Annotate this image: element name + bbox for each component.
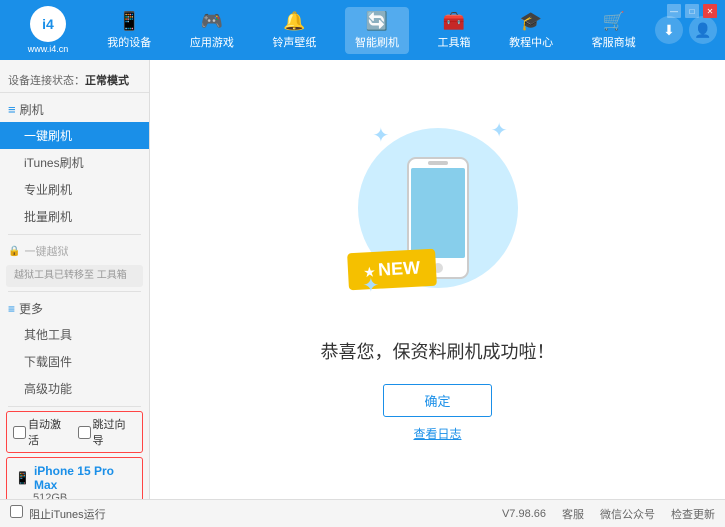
device-icon: 📱 [15,471,30,485]
nav-icon: 🛒 [602,11,624,32]
sidebar-item-download-firmware[interactable]: 下载固件 [0,348,149,375]
new-badge: NEW [347,248,437,290]
skip-guide-label: 跳过向导 [93,416,137,448]
more-section-header: ≡ 更多 [0,296,149,321]
auto-activate-label: 自动激活 [28,416,72,448]
device-name: 📱 iPhone 15 Pro Max [15,464,134,492]
more-section-icon: ≡ [8,302,15,316]
nav-icon: 🧰 [443,11,465,32]
sidebar-divider-1 [8,234,141,235]
phone-container: ✦ ✦ ✦ NEW [358,118,518,318]
nav-item-智能刷机[interactable]: 🔄智能刷机 [345,7,409,54]
download-button[interactable]: ⬇ [655,16,683,44]
user-button[interactable]: 👤 [689,16,717,44]
flash-section-icon: ≡ [8,102,16,117]
skip-guide-checkbox[interactable] [78,426,91,439]
success-illustration: ✦ ✦ ✦ NEW [358,118,518,318]
sidebar-item-yijian[interactable]: 一键刷机 [0,122,149,149]
bottom-version-area: V7.98.66 客服 微信公众号 检查更新 [502,506,715,522]
sidebar-disabled-jailbreak: 🔒 一键越狱 [0,239,149,263]
nav-icon: 🔄 [366,11,388,32]
bottom-bar: 阻止iTunes运行 V7.98.66 客服 微信公众号 检查更新 [0,499,725,527]
more-section-label: 更多 [19,300,43,317]
itunes-label: 阻止iTunes运行 [29,509,106,521]
view-log-link[interactable]: 查看日志 [413,425,461,442]
sparkle-icon-bottomleft: ✦ [363,273,380,298]
version-number: V7.98.66 [502,508,546,520]
check-update-link[interactable]: 检查更新 [671,506,715,522]
connection-status: 设备连接状态：正常模式 [0,68,149,93]
sidebar-item-zhuanye[interactable]: 专业刷机 [0,176,149,203]
logo-area: i4 www.i4.cn [8,6,88,54]
content-area: ✦ ✦ ✦ NEW 恭喜您，保资料刷机成功啦！ [150,60,725,499]
customer-service-link[interactable]: 客服 [562,506,584,522]
top-right-controls: ⬇ 👤 [655,16,717,44]
nav-icon: 🎮 [201,11,223,32]
nav-icon: 🎓 [520,11,542,32]
checkbox-area: 自动激活 跳过向导 [6,411,143,453]
success-message: 恭喜您，保资料刷机成功啦！ [321,338,555,364]
status-label: 设备连接状态： [8,75,85,87]
minimize-button[interactable]: — [667,4,681,18]
sparkle-icon-topleft: ✦ [373,123,390,148]
skip-guide-checkbox-label[interactable]: 跳过向导 [78,416,137,448]
device-info: 📱 iPhone 15 Pro Max 512GB iPhone [6,457,143,499]
sidebar-note: 越狱工具已转移至 工具箱 [6,265,143,287]
nav-item-客服商城[interactable]: 🛒客服商城 [582,7,646,54]
sidebar-item-piliang[interactable]: 批量刷机 [0,203,149,230]
window-controls: — □ ✕ [667,4,717,18]
device-storage: 512GB [15,492,134,499]
sidebar-item-itunes[interactable]: iTunes刷机 [0,149,149,176]
flash-section-label: 刷机 [20,101,44,118]
nav-item-教程中心[interactable]: 🎓教程中心 [499,7,563,54]
sidebar: 设备连接状态：正常模式 ≡ 刷机 一键刷机 iTunes刷机 专业刷机 批量刷机… [0,60,150,499]
sidebar-divider-3 [8,406,141,407]
confirm-button[interactable]: 确定 [383,384,491,417]
nav-items: 📱我的设备 🎮应用游戏 🔔铃声壁纸 🔄智能刷机 🧰工具箱 🎓教程中心 🛒客服商城 [88,7,655,54]
nav-item-铃声壁纸[interactable]: 🔔铃声壁纸 [262,7,326,54]
maximize-button[interactable]: □ [685,4,699,18]
nav-item-我的设备[interactable]: 📱我的设备 [97,7,161,54]
flash-section-header: ≡ 刷机 [0,97,149,122]
auto-activate-checkbox-label[interactable]: 自动激活 [13,416,72,448]
lock-icon: 🔒 [8,246,20,257]
sidebar-item-advanced[interactable]: 高级功能 [0,375,149,402]
sidebar-item-other-tools[interactable]: 其他工具 [0,321,149,348]
itunes-checkbox-label[interactable]: 阻止iTunes运行 [10,505,106,522]
status-value: 正常模式 [85,75,129,87]
disabled-label: 一键越狱 [24,243,68,259]
nav-item-应用游戏[interactable]: 🎮应用游戏 [180,7,244,54]
sidebar-divider-2 [8,291,141,292]
wechat-link[interactable]: 微信公众号 [600,506,655,522]
nav-icon: 📱 [118,11,140,32]
itunes-checkbox[interactable] [10,505,23,518]
nav-icon: 🔔 [283,11,305,32]
logo-url: www.i4.cn [28,44,69,54]
top-navigation: i4 www.i4.cn 📱我的设备 🎮应用游戏 🔔铃声壁纸 🔄智能刷机 🧰工具箱 🎓教程… [0,0,725,60]
bottom-left: 阻止iTunes运行 [10,505,106,522]
nav-item-工具箱[interactable]: 🧰工具箱 [428,7,481,54]
main-layout: 设备连接状态：正常模式 ≡ 刷机 一键刷机 iTunes刷机 专业刷机 批量刷机… [0,60,725,499]
auto-activate-checkbox[interactable] [13,426,26,439]
close-button[interactable]: ✕ [703,4,717,18]
sparkle-icon-topright: ✦ [491,118,508,143]
logo-icon: i4 [30,6,66,42]
